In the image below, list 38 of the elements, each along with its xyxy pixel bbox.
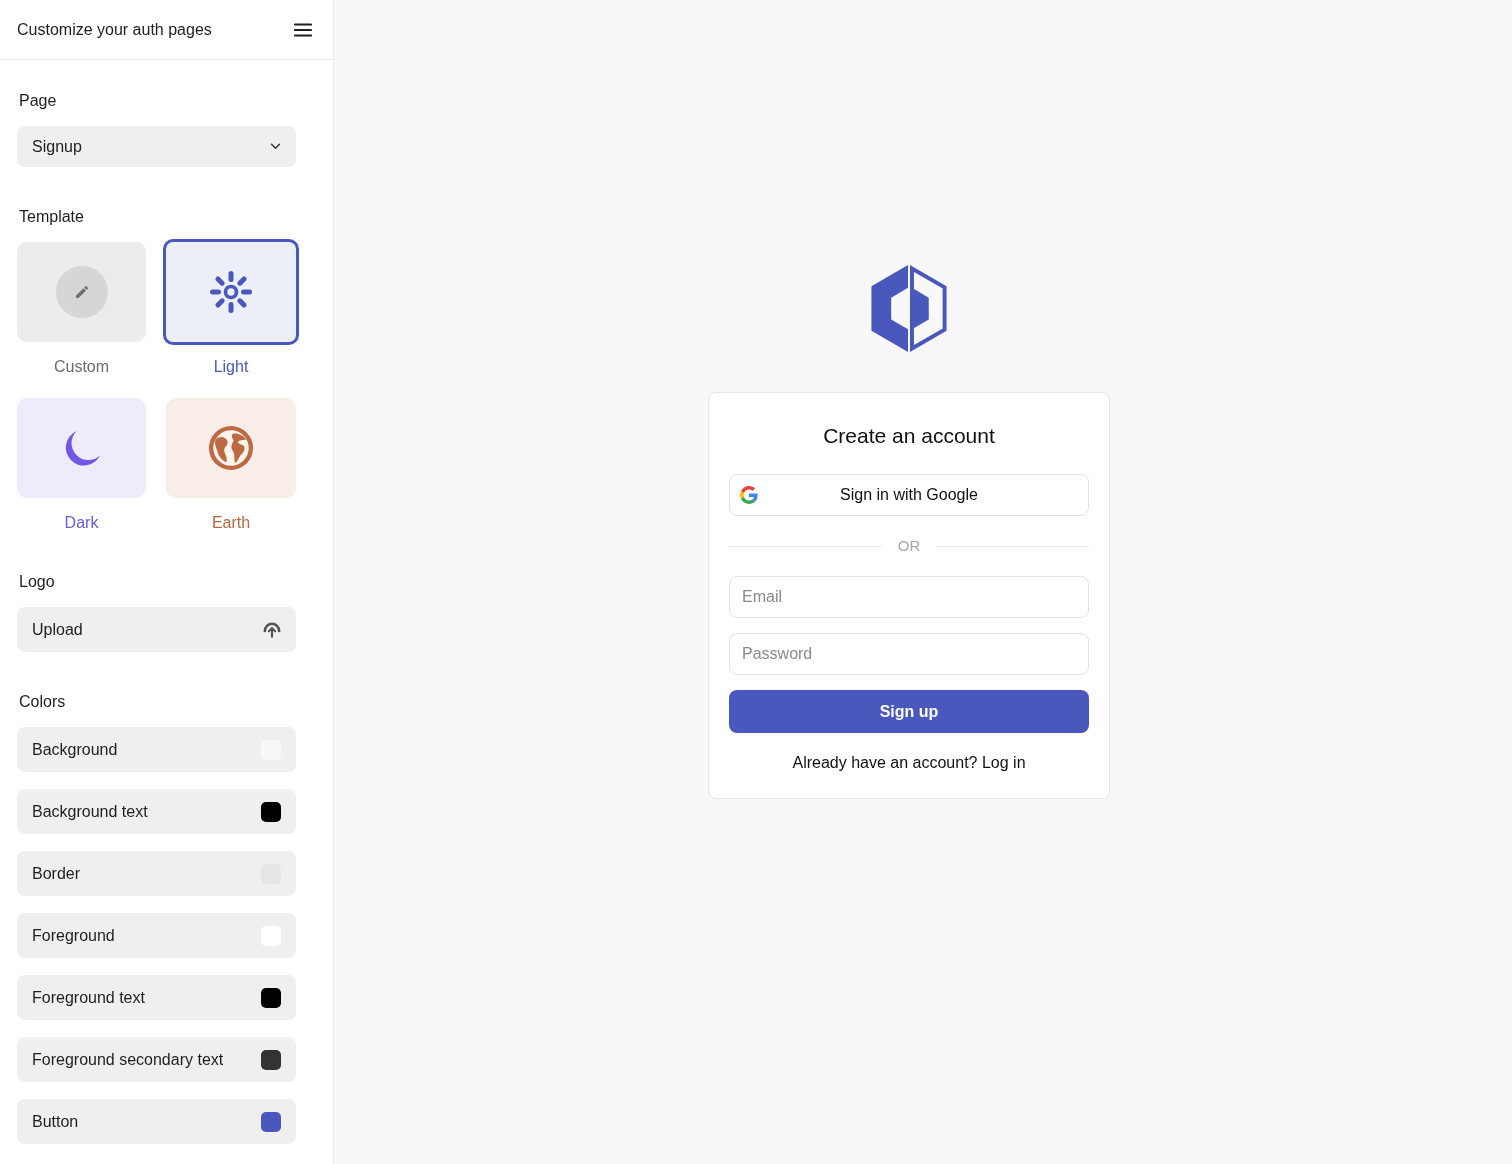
template-tile[interactable] (17, 398, 146, 498)
menu-icon[interactable] (294, 22, 312, 37)
color-setting-button[interactable]: Foreground secondary text (17, 1037, 296, 1082)
logo-icon (871, 265, 947, 352)
divider-label: OR (897, 536, 921, 556)
password-field[interactable]: Password (729, 633, 1089, 675)
signup-button[interactable]: Sign up (729, 690, 1089, 733)
card-heading: Create an account (822, 424, 996, 448)
color-setting-button[interactable]: Foreground (17, 913, 296, 958)
template-label: Custom (52, 358, 111, 376)
template-tile[interactable] (17, 242, 146, 342)
template-tile[interactable] (163, 239, 299, 345)
template-label: Dark (63, 514, 100, 532)
color-setting-button[interactable]: Button (17, 1099, 296, 1144)
globe-icon (208, 425, 254, 471)
page-select[interactable]: Signup (17, 126, 296, 167)
template-tile[interactable] (166, 398, 296, 498)
sun-icon (208, 269, 254, 315)
google-signin-button[interactable]: Sign in with Google (729, 474, 1089, 516)
section-label: Template (19, 208, 84, 226)
google-icon (740, 486, 758, 504)
pencil-icon (55, 266, 108, 318)
color-setting-button[interactable]: Background (17, 727, 296, 772)
color-setting-button[interactable]: Foreground text (17, 975, 296, 1020)
upload-icon (263, 621, 281, 638)
login-prompt: Already have an account? Log in (791, 754, 1027, 772)
color-setting-button[interactable]: Background text (17, 789, 296, 834)
sidebar-title: Customize your auth pages (17, 19, 212, 40)
section-label: Colors (19, 693, 66, 711)
email-field[interactable]: Email (729, 576, 1089, 618)
template-label: Earth (210, 514, 252, 532)
moon-icon (63, 430, 100, 466)
chevron-down-icon (270, 143, 281, 150)
template-label: Light (212, 358, 250, 376)
section-label: Page (19, 92, 57, 110)
color-setting-button[interactable]: Border (17, 851, 296, 896)
upload-button[interactable]: Upload (17, 607, 296, 652)
section-label: Logo (19, 573, 55, 591)
